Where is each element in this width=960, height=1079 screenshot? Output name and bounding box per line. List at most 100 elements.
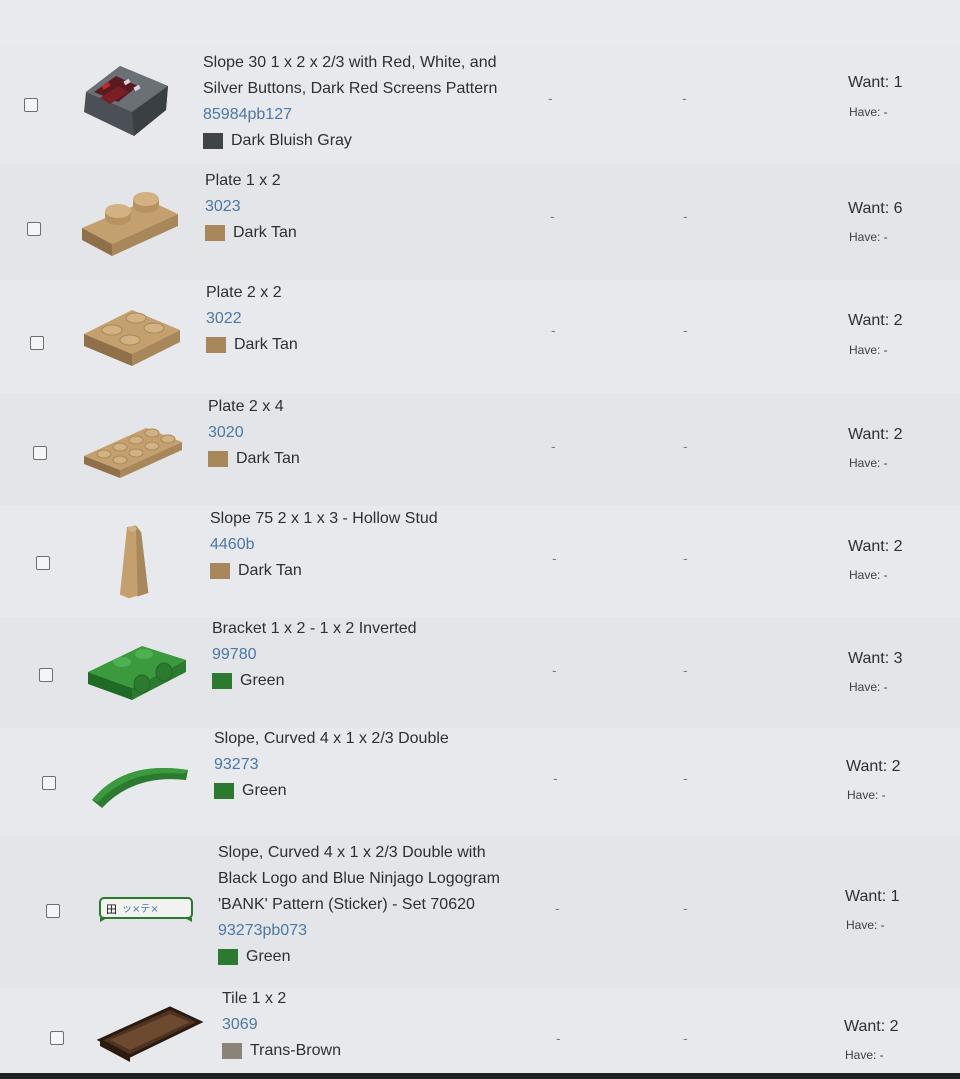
list-item[interactable]: Plate 1 x 2 3023 Dark Tan - - Want: 6 Ha… (0, 164, 960, 281)
color-swatch (203, 133, 223, 149)
item-color: Dark Tan (206, 332, 298, 358)
color-swatch (208, 451, 228, 467)
list-item[interactable]: Slope 75 2 x 1 x 3 - Hollow Stud 4460b D… (0, 506, 960, 619)
dash-cell: - (683, 770, 688, 786)
dash-cell: - (556, 1030, 561, 1046)
item-name-line[interactable]: Black Logo and Blue Ninjago Logogram (218, 866, 500, 892)
item-name[interactable]: Bracket 1 x 2 - 1 x 2 Inverted (212, 616, 417, 642)
part-number-link[interactable]: 3020 (208, 420, 300, 446)
have-quantity: Have: - (849, 105, 888, 119)
dash-cell: - (682, 90, 687, 106)
color-swatch (214, 783, 234, 799)
color-swatch (222, 1043, 242, 1059)
dash-cell: - (683, 1030, 688, 1046)
dash-cell: - (683, 900, 688, 916)
part-image (92, 768, 188, 808)
item-name[interactable]: Plate 2 x 2 (206, 280, 298, 306)
item-color: Green (212, 668, 417, 694)
part-number-link[interactable]: 3023 (205, 194, 297, 220)
item-info: Slope 75 2 x 1 x 3 - Hollow Stud 4460b D… (210, 506, 438, 584)
row-checkbox[interactable] (50, 1031, 64, 1045)
list-item[interactable]: Slope 30 1 x 2 x 2/3 with Red, White, an… (0, 44, 960, 165)
have-quantity: Have: - (847, 788, 886, 802)
item-name[interactable]: Slope 75 2 x 1 x 3 - Hollow Stud (210, 506, 438, 532)
row-checkbox[interactable] (46, 904, 60, 918)
dash-cell: - (552, 662, 557, 678)
row-checkbox[interactable] (27, 222, 41, 236)
dash-cell: - (683, 550, 688, 566)
part-number-link[interactable]: 93273 (214, 752, 449, 778)
row-checkbox[interactable] (39, 668, 53, 682)
part-image (84, 66, 168, 136)
item-name[interactable]: Tile 1 x 2 (222, 986, 341, 1012)
color-label: Green (246, 948, 291, 965)
color-label: Dark Bluish Gray (231, 132, 352, 149)
list-item[interactable]: Tile 1 x 2 3069 Trans-Brown - - Want: 2 … (0, 988, 960, 1078)
part-number-link[interactable]: 3069 (222, 1012, 341, 1038)
part-number-link[interactable]: 85984pb127 (203, 102, 497, 128)
item-info: Tile 1 x 2 3069 Trans-Brown (222, 986, 341, 1064)
want-quantity: Want: 6 (848, 200, 903, 217)
part-number-link[interactable]: 93273pb073 (218, 918, 500, 944)
want-quantity: Want: 2 (846, 758, 901, 775)
dash-cell: - (548, 90, 553, 106)
list-item[interactable]: Slope, Curved 4 x 1 x 2/3 Double 93273 G… (0, 728, 960, 837)
dash-cell: - (683, 662, 688, 678)
part-number-link[interactable]: 4460b (210, 532, 438, 558)
color-label: Green (240, 672, 285, 689)
part-number-link[interactable]: 99780 (212, 642, 417, 668)
list-item[interactable]: Plate 2 x 2 3022 Dark Tan - - Want: 2 Ha… (0, 280, 960, 395)
item-name-line[interactable]: Silver Buttons, Dark Red Screens Pattern (203, 76, 497, 102)
parts-list-page: Slope 30 1 x 2 x 2/3 with Red, White, an… (0, 0, 960, 1079)
item-color: Trans-Brown (222, 1038, 341, 1064)
row-checkbox[interactable] (36, 556, 50, 570)
svg-text:田: 田 (106, 903, 117, 916)
row-checkbox[interactable] (33, 446, 47, 460)
item-name[interactable]: Plate 1 x 2 (205, 168, 297, 194)
part-image (88, 646, 186, 700)
item-name[interactable]: Slope, Curved 4 x 1 x 2/3 Double with (218, 840, 500, 866)
color-swatch (212, 673, 232, 689)
item-color: Dark Tan (210, 558, 438, 584)
list-item[interactable]: Bracket 1 x 2 - 1 x 2 Inverted 99780 Gre… (0, 618, 960, 729)
want-quantity: Want: 2 (844, 1018, 899, 1035)
dash-cell: - (683, 208, 688, 224)
row-checkbox[interactable] (30, 336, 44, 350)
color-swatch (205, 225, 225, 241)
color-label: Dark Tan (234, 336, 298, 353)
svg-text:ッ×テ×: ッ×テ× (122, 904, 159, 915)
color-label: Dark Tan (238, 562, 302, 579)
item-name[interactable]: Slope 30 1 x 2 x 2/3 with Red, White, an… (203, 50, 497, 76)
color-label: Dark Tan (236, 450, 300, 467)
color-label: Green (242, 782, 287, 799)
item-name[interactable]: Plate 2 x 4 (208, 394, 300, 420)
part-number-link[interactable]: 3022 (206, 306, 298, 332)
want-quantity: Want: 2 (848, 426, 903, 443)
item-color: Dark Tan (205, 220, 297, 246)
color-swatch (206, 337, 226, 353)
item-info: Bracket 1 x 2 - 1 x 2 Inverted 99780 Gre… (212, 616, 417, 694)
color-label: Dark Tan (233, 224, 297, 241)
part-image (84, 428, 182, 478)
dash-cell: - (553, 770, 558, 786)
item-info: Slope, Curved 4 x 1 x 2/3 Double with Bl… (218, 840, 500, 970)
item-info: Plate 1 x 2 3023 Dark Tan (205, 168, 297, 246)
top-strip (0, 0, 960, 45)
dash-cell: - (555, 900, 560, 916)
dash-cell: - (551, 438, 556, 454)
list-item[interactable]: Plate 2 x 4 3020 Dark Tan - - Want: 2 Ha… (0, 394, 960, 507)
item-name-line[interactable]: 'BANK' Pattern (Sticker) - Set 70620 (218, 892, 500, 918)
item-color: Green (214, 778, 449, 804)
screen-bezel (0, 1073, 960, 1079)
have-quantity: Have: - (846, 918, 885, 932)
dash-cell: - (552, 550, 557, 566)
item-info: Plate 2 x 2 3022 Dark Tan (206, 280, 298, 358)
item-info: Plate 2 x 4 3020 Dark Tan (208, 394, 300, 472)
have-quantity: Have: - (849, 680, 888, 694)
item-name[interactable]: Slope, Curved 4 x 1 x 2/3 Double (214, 726, 449, 752)
row-checkbox[interactable] (42, 776, 56, 790)
have-quantity: Have: - (849, 456, 888, 470)
row-checkbox[interactable] (24, 98, 38, 112)
list-item[interactable]: 田 ッ×テ× Slope, Curved 4 x 1 x 2/3 Double … (0, 836, 960, 989)
want-quantity: Want: 2 (848, 312, 903, 329)
